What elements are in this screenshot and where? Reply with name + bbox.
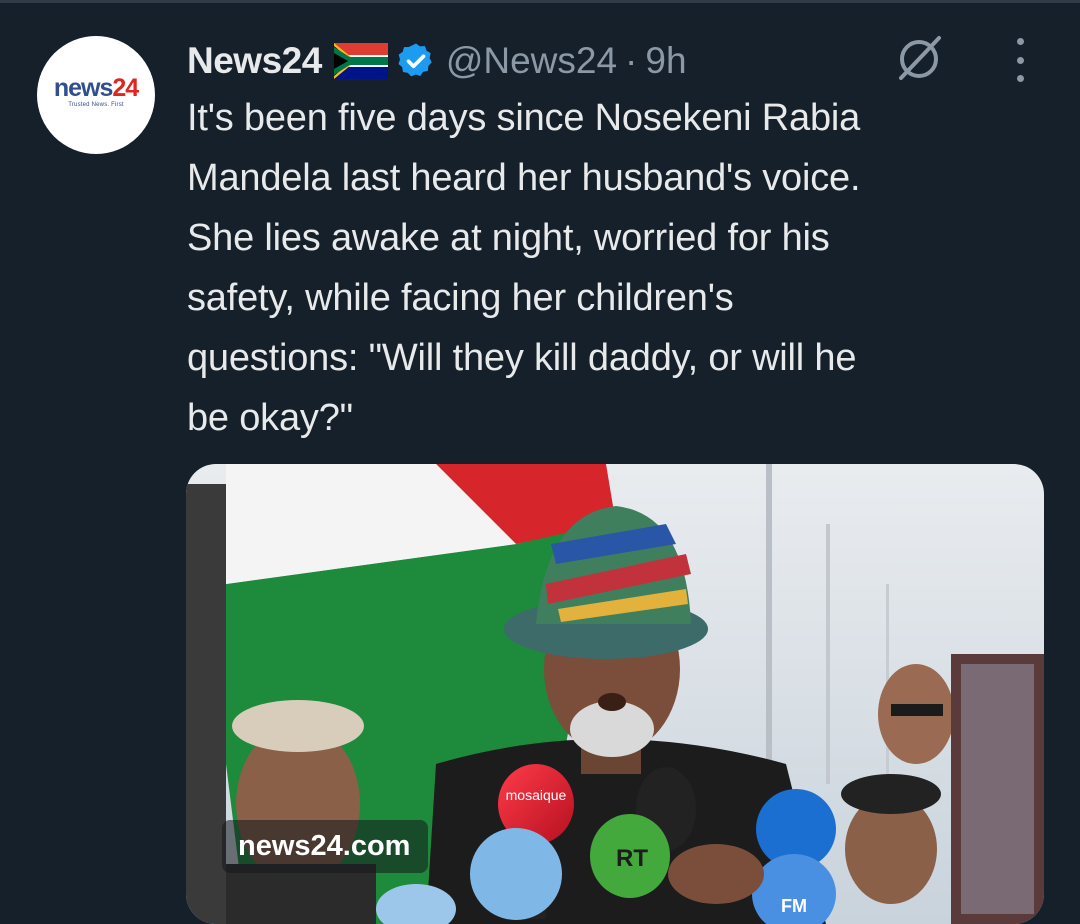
mic-label-rt: RT: [616, 845, 648, 872]
media-watermark: news24.com: [222, 820, 429, 873]
news24-logo: news24: [53, 74, 139, 102]
tweet[interactable]: news24 Trusted News. First News24 @News2…: [0, 0, 1080, 924]
dot: [1016, 56, 1024, 64]
mic-label-fm: FM: [781, 896, 807, 916]
logo-part-news: news: [53, 74, 114, 102]
separator: ·: [625, 40, 638, 81]
tweet-text: It's been five days since Nosekeni Rabia…: [187, 97, 861, 439]
timestamp[interactable]: 9h: [645, 40, 686, 82]
verified-badge-icon[interactable]: [396, 41, 436, 81]
more-dots-icon[interactable]: [1008, 38, 1032, 82]
handle[interactable]: @News24: [446, 40, 617, 82]
grok-icon[interactable]: [893, 32, 947, 84]
logo-part-24: 24: [112, 74, 139, 102]
dot: [1016, 38, 1024, 45]
avatar[interactable]: news24 Trusted News. First: [37, 36, 155, 154]
mic-label-mosaique: mosaique: [506, 787, 567, 803]
tweet-header: News24 @News24 · 9h: [187, 36, 687, 86]
south-africa-flag-icon: [333, 43, 388, 79]
display-name[interactable]: News24: [187, 40, 322, 82]
dot: [1016, 75, 1024, 82]
logo-tagline: Trusted News. First: [68, 102, 124, 108]
